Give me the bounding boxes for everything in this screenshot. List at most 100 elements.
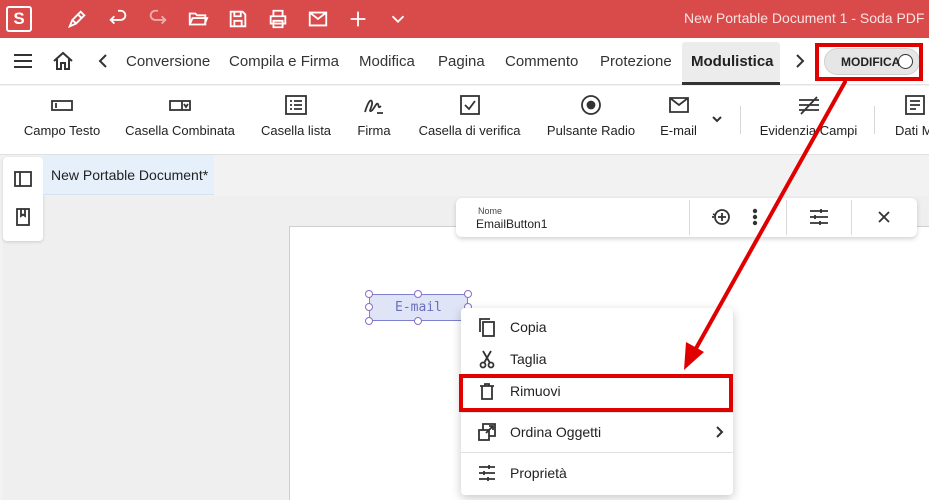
print-icon[interactable] — [265, 7, 291, 31]
signature-icon — [362, 94, 386, 116]
properties-sliders-icon[interactable] — [807, 206, 831, 228]
combo-box-icon — [168, 94, 192, 116]
highlight-fields-tool[interactable]: Evidenzia Campi — [759, 86, 858, 155]
panel-toggle-icon[interactable] — [13, 169, 33, 189]
edit-mode-label: MODIFICA — [841, 54, 901, 69]
field-name-label: Nome — [478, 206, 503, 216]
email-field-text: E-mail — [395, 300, 442, 315]
submenu-chevron-icon — [713, 425, 725, 439]
redo-icon[interactable] — [145, 7, 171, 31]
radio-button-icon — [579, 94, 603, 116]
scroll-left-icon[interactable] — [95, 50, 111, 72]
menu-item-remove[interactable]: Rimuovi — [461, 376, 733, 406]
side-panel — [3, 157, 43, 241]
menu-item-label: Proprietà — [510, 465, 567, 481]
bookmark-icon[interactable] — [13, 207, 33, 227]
app-logo[interactable]: S — [6, 6, 32, 32]
menu-item-arrange[interactable]: Ordina Oggetti — [461, 417, 733, 447]
chevron-down-icon[interactable] — [385, 7, 411, 31]
menu-item-copy[interactable]: Copia — [461, 312, 733, 342]
field-name-value[interactable]: EmailButton1 — [476, 217, 547, 231]
signature-tool[interactable]: Firma — [357, 86, 391, 155]
tab-commento[interactable]: Commento — [505, 53, 578, 70]
form-data-tool[interactable]: Dati M — [895, 86, 929, 155]
tool-label: Dati M — [895, 123, 929, 138]
active-tab-indicator — [682, 82, 780, 85]
tool-label: Casella lista — [260, 123, 332, 138]
hamburger-menu-icon[interactable] — [12, 50, 34, 72]
trash-icon — [477, 381, 497, 401]
open-folder-icon[interactable] — [185, 7, 211, 31]
email-dropdown-chevron-icon[interactable] — [710, 112, 724, 126]
scissors-icon — [477, 349, 497, 369]
menu-bar: Conversione Compila e Firma Modifica Pag… — [0, 38, 929, 85]
email-tool[interactable]: E-mail — [660, 86, 697, 155]
tool-label: E-mail — [660, 123, 697, 138]
home-icon[interactable] — [52, 50, 74, 72]
tab-protezione[interactable]: Protezione — [600, 53, 672, 70]
pen-icon[interactable] — [64, 7, 90, 31]
email-icon[interactable] — [305, 7, 331, 31]
undo-icon[interactable] — [105, 7, 131, 31]
save-icon[interactable] — [225, 7, 251, 31]
menu-divider — [461, 452, 733, 453]
toolbar-divider — [851, 200, 852, 235]
ribbon-toolbar: Campo Testo Casella Combinata Casella li… — [0, 86, 929, 155]
document-tab[interactable]: New Portable Document* — [43, 155, 214, 195]
document-tab-title: New Portable Document* — [51, 166, 209, 183]
scroll-right-icon[interactable] — [792, 50, 808, 72]
tool-label: Campo Testo — [23, 123, 101, 138]
tab-pagina[interactable]: Pagina — [438, 53, 485, 70]
text-field-tool[interactable]: Campo Testo — [24, 86, 100, 155]
field-toolbar: Nome EmailButton1 — [456, 198, 917, 237]
menu-item-label: Rimuovi — [510, 383, 561, 399]
menu-item-properties[interactable]: Proprietà — [461, 458, 733, 488]
tool-label: Casella Combinata — [125, 123, 235, 138]
menu-item-label: Copia — [510, 319, 547, 335]
edit-mode-toggle[interactable]: MODIFICA — [824, 48, 920, 75]
text-field-icon — [50, 94, 74, 116]
close-icon[interactable] — [872, 206, 896, 228]
ribbon-divider — [874, 106, 875, 134]
menu-item-label: Taglia — [510, 351, 547, 367]
window-title: New Portable Document 1 - Soda PDF — [684, 10, 925, 26]
copy-icon — [477, 317, 497, 337]
menu-divider — [461, 412, 733, 413]
resize-handle[interactable] — [365, 317, 373, 325]
radio-button-tool[interactable]: Pulsante Radio — [546, 86, 636, 155]
tool-label: Evidenzia Campi — [759, 123, 858, 138]
combo-box-tool[interactable]: Casella Combinata — [125, 86, 235, 155]
tab-compila-e-firma[interactable]: Compila e Firma — [229, 53, 339, 70]
checkbox-icon — [458, 94, 482, 116]
list-box-tool[interactable]: Casella lista — [261, 86, 331, 155]
resize-handle[interactable] — [365, 290, 373, 298]
more-options-icon[interactable] — [743, 206, 767, 228]
add-action-icon[interactable] — [709, 206, 733, 228]
resize-handle[interactable] — [365, 303, 373, 311]
email-icon — [667, 94, 691, 116]
resize-handle[interactable] — [464, 290, 472, 298]
tool-label: Pulsante Radio — [546, 123, 636, 138]
add-icon[interactable] — [345, 7, 371, 31]
menu-item-cut[interactable]: Taglia — [461, 344, 733, 374]
list-box-icon — [284, 94, 308, 116]
context-menu: Copia Taglia Rimuovi Ordina Oggetti Prop… — [461, 308, 733, 495]
menu-item-label: Ordina Oggetti — [510, 424, 602, 440]
tab-conversione[interactable]: Conversione — [126, 53, 210, 70]
form-data-icon — [903, 94, 927, 116]
tab-modifica[interactable]: Modifica — [359, 53, 415, 70]
resize-handle[interactable] — [414, 290, 422, 298]
resize-handle[interactable] — [414, 317, 422, 325]
highlight-fields-icon — [797, 94, 821, 116]
arrange-icon — [477, 422, 497, 442]
tool-label: Casella di verifica — [418, 123, 521, 138]
properties-icon — [477, 463, 497, 483]
toolbar-divider — [689, 200, 690, 235]
toggle-knob — [898, 54, 913, 69]
title-bar: S New Portable Document 1 - Soda PDF — [0, 0, 929, 38]
tool-label: Firma — [357, 123, 391, 138]
checkbox-tool[interactable]: Casella di verifica — [419, 86, 520, 155]
toolbar-divider — [786, 200, 787, 235]
tab-modulistica[interactable]: Modulistica — [691, 53, 774, 70]
ribbon-divider — [740, 106, 741, 134]
